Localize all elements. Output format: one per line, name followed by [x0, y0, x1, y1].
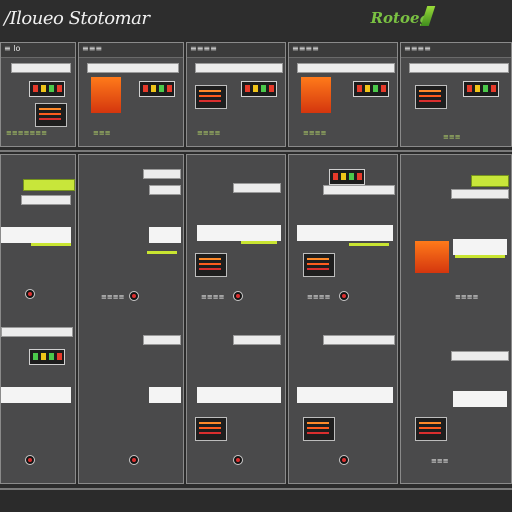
level-meter [195, 85, 227, 109]
status-tab[interactable] [23, 179, 75, 191]
shelf-lip [31, 243, 71, 246]
shelf-lip [455, 255, 505, 258]
rack-column-5[interactable]: ≡≡≡≡ ≡≡≡ [400, 154, 512, 484]
panel-grid: ≡ lo ≡≡≡≡≡≡≡ ≡≡≡ ≡≡≡ ≡≡≡≡ ≡≡≡≡ ≡≡≡≡ ≡≡≡≡… [0, 42, 512, 512]
status-tab[interactable] [471, 175, 509, 187]
top-panel-1[interactable]: ≡ lo ≡≡≡≡≡≡≡ [0, 42, 76, 147]
panel-label: ≡≡≡ [82, 44, 103, 53]
panel-label: ≡≡≡≡ [455, 293, 479, 301]
status-text: ≡≡≡ [443, 133, 461, 141]
status-text: ≡≡≡≡≡≡≡ [6, 129, 48, 137]
panel-header: ≡≡≡ [79, 43, 183, 58]
input-bar[interactable] [149, 185, 181, 195]
shelf-lip [241, 241, 277, 244]
top-panel-3[interactable]: ≡≡≡≡ ≡≡≡≡ [186, 42, 286, 147]
panel-label: ≡≡≡≡ [307, 293, 331, 301]
dial-knob[interactable] [129, 291, 139, 301]
rack-shelf [297, 387, 393, 403]
input-bar[interactable] [297, 63, 395, 73]
rack-shelf [1, 227, 71, 243]
rack-shelf [297, 225, 393, 241]
status-text: ≡≡≡≡ [303, 129, 327, 137]
indicator-lamps [139, 81, 175, 97]
level-meter [35, 103, 67, 127]
panel-header: ≡≡≡≡ [187, 43, 285, 58]
panel-header: ≡≡≡≡ [401, 43, 511, 58]
input-bar[interactable] [143, 335, 181, 345]
rack-shelf [1, 387, 71, 403]
alert-block [91, 77, 121, 113]
shelf-lip [349, 243, 389, 246]
input-bar[interactable] [233, 335, 281, 345]
top-panel-4[interactable]: ≡≡≡≡ ≡≡≡≡ [288, 42, 398, 147]
status-text: ≡≡≡≡ [197, 129, 221, 137]
alert-block [301, 77, 331, 113]
level-meter [415, 417, 447, 441]
panel-header: ≡≡≡≡ [289, 43, 397, 58]
panel-header: ≡ lo [1, 43, 75, 58]
rack-shelf [149, 227, 181, 243]
rack-shelf [197, 225, 281, 241]
shelf-lip [147, 251, 177, 254]
input-bar[interactable] [21, 195, 71, 205]
input-bar[interactable] [87, 63, 179, 73]
dial-knob[interactable] [25, 289, 35, 299]
indicator-lamps [353, 81, 389, 97]
dial-knob[interactable] [339, 291, 349, 301]
rack-shelf [453, 391, 507, 407]
level-meter [303, 417, 335, 441]
level-meter [415, 85, 447, 109]
top-panel-2[interactable]: ≡≡≡ ≡≡≡ [78, 42, 184, 147]
indicator-lamps [29, 81, 65, 97]
rack-shelf [453, 239, 507, 255]
dial-knob[interactable] [339, 455, 349, 465]
alert-block [415, 241, 449, 273]
top-panel-5[interactable]: ≡≡≡≡ ≡≡≡ [400, 42, 512, 147]
dial-knob[interactable] [233, 291, 243, 301]
input-bar[interactable] [451, 189, 509, 199]
dial-knob[interactable] [233, 455, 243, 465]
panel-label: ≡≡≡≡ [190, 44, 217, 53]
panel-label: ≡≡≡≡ [101, 293, 125, 301]
input-bar[interactable] [233, 183, 281, 193]
row-divider [0, 150, 512, 152]
panel-label: ≡≡≡ [431, 457, 449, 465]
input-bar[interactable] [323, 185, 395, 195]
input-bar[interactable] [409, 63, 509, 73]
indicator-lamps [241, 81, 277, 97]
panel-label: ≡≡≡≡ [404, 44, 431, 53]
rack-column-1[interactable] [0, 154, 76, 484]
rack-shelf [149, 387, 181, 403]
input-bar[interactable] [11, 63, 71, 73]
row-divider [0, 488, 512, 490]
app-title: /Iloueo Stotomar [4, 8, 150, 29]
panel-label: ≡≡≡≡ [201, 293, 225, 301]
indicator-lamps [463, 81, 499, 97]
rack-column-3[interactable]: ≡≡≡≡ [186, 154, 286, 484]
input-bar[interactable] [451, 351, 509, 361]
header-bar: /Iloueo Stotomar Rotoeg [0, 0, 512, 40]
input-bar[interactable] [1, 327, 73, 337]
input-bar[interactable] [323, 335, 395, 345]
rack-shelf [197, 387, 281, 403]
input-bar[interactable] [143, 169, 181, 179]
panel-label: ≡≡≡≡ [292, 44, 319, 53]
status-text: ≡≡≡ [93, 129, 111, 137]
indicator-lamps [29, 349, 65, 365]
dial-knob[interactable] [25, 455, 35, 465]
level-meter [303, 253, 335, 277]
level-meter [195, 253, 227, 277]
indicator-lamps [329, 169, 365, 185]
rack-column-4[interactable]: ≡≡≡≡ [288, 154, 398, 484]
input-bar[interactable] [195, 63, 283, 73]
level-meter [195, 417, 227, 441]
rack-column-2[interactable]: ≡≡≡≡ [78, 154, 184, 484]
panel-label: ≡ lo [4, 44, 21, 53]
dial-knob[interactable] [129, 455, 139, 465]
